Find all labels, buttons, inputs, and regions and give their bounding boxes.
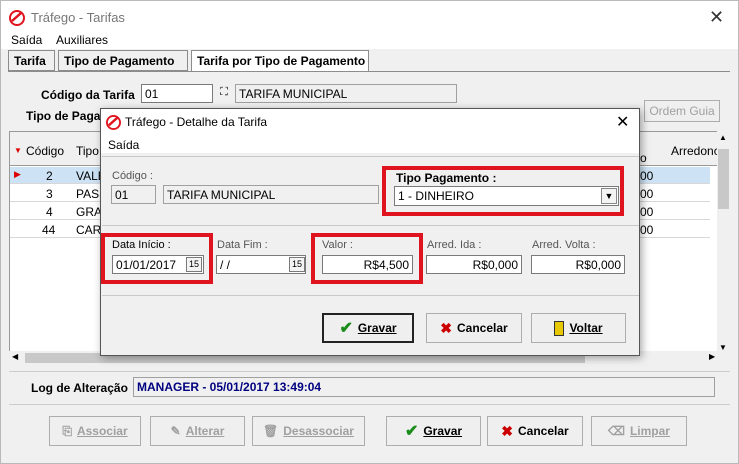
tab-tarifa-por-tipo[interactable]: Tarifa por Tipo de Pagamento bbox=[191, 50, 369, 72]
row-tipo: GRA bbox=[76, 205, 103, 219]
limpar-label: Limpar bbox=[629, 424, 670, 438]
arred-volta-input[interactable]: R$0,000 bbox=[531, 255, 625, 274]
calendar-icon[interactable]: 15 bbox=[186, 257, 202, 272]
data-fim-label: Data Fim : bbox=[217, 239, 268, 251]
dialog-tarifa-nome-field: TARIFA MUNICIPAL bbox=[163, 185, 379, 204]
scroll-up-icon[interactable]: ▲ bbox=[719, 133, 727, 142]
header-arredondamento[interactable]: Arredonc bbox=[671, 144, 720, 158]
dialog-tipo-pagamento-label: Tipo Pagamento : bbox=[396, 171, 497, 185]
grid-vertical-scrollbar[interactable]: ▲ ▼ bbox=[717, 131, 730, 361]
dialog-app-logo-icon bbox=[106, 115, 121, 130]
row-pointer-icon: ▶ bbox=[14, 169, 21, 179]
calendar-icon[interactable]: 15 bbox=[289, 257, 305, 272]
dialog-codigo-label: Código : bbox=[112, 170, 153, 182]
dialog-gravar-button[interactable]: ✔ Gravar bbox=[322, 313, 414, 343]
app-logo-icon bbox=[9, 10, 25, 26]
dialog-close-icon[interactable]: ✕ bbox=[616, 112, 629, 132]
checkmark-icon: ✔ bbox=[404, 423, 419, 440]
dialog-separator bbox=[102, 295, 639, 296]
dialog-separator bbox=[102, 156, 639, 157]
dialog-separator bbox=[102, 225, 639, 226]
menu-bar: Saída Auxiliares bbox=[1, 33, 738, 49]
tipo-pagamento-select[interactable]: 1 - DINHEIRO bbox=[394, 186, 619, 206]
dialog-cancelar-button[interactable]: ✖ Cancelar bbox=[426, 313, 522, 343]
button-bar: ⎘ Associar ✎ Alterar 🗑 Desassociar ✔ Gra… bbox=[9, 404, 730, 458]
detalhe-tarifa-dialog: Tráfego - Detalhe da Tarifa ✕ Saída Códi… bbox=[100, 108, 640, 356]
eraser-icon: ⌫ bbox=[608, 424, 625, 438]
log-value: MANAGER - 05/01/2017 13:49:04 bbox=[133, 377, 715, 397]
window-title: Tráfego - Tarifas bbox=[31, 10, 125, 25]
log-label: Log de Alteração bbox=[31, 381, 128, 395]
dropdown-arrow-icon[interactable]: ▼ bbox=[601, 188, 617, 204]
row-side: 00 bbox=[640, 223, 654, 237]
codigo-tarifa-input[interactable]: 01 bbox=[141, 84, 213, 103]
row-codigo: 4 bbox=[46, 205, 53, 219]
row-codigo: 3 bbox=[46, 187, 53, 201]
arred-ida-label: Arred. Ida : bbox=[427, 239, 482, 251]
associar-icon: ⎘ bbox=[62, 423, 72, 438]
row-side: 00 bbox=[640, 187, 654, 201]
valor-label: Valor : bbox=[322, 239, 353, 251]
row-side: 00 bbox=[640, 169, 654, 183]
codigo-tarifa-label: Código da Tarifa bbox=[41, 88, 135, 102]
sort-arrow-icon: ▼ bbox=[14, 146, 22, 155]
scroll-thumb[interactable] bbox=[718, 149, 729, 209]
ordem-guia-button[interactable]: Ordem Guia bbox=[644, 100, 720, 122]
arred-volta-label: Arred. Volta : bbox=[532, 239, 596, 251]
header-side-fragment: o bbox=[640, 151, 647, 165]
dialog-title: Tráfego - Detalhe da Tarifa bbox=[125, 115, 268, 129]
log-row: Log de Alteração MANAGER - 05/01/2017 13… bbox=[9, 371, 730, 401]
data-inicio-label: Data Início : bbox=[112, 239, 171, 251]
title-bar: Tráfego - Tarifas ✕ bbox=[1, 1, 738, 33]
associar-label: Associar bbox=[76, 424, 128, 438]
tarifa-nome-field: TARIFA MUNICIPAL bbox=[235, 84, 457, 103]
dialog-gravar-label: Gravar bbox=[357, 321, 397, 335]
tipo-pagamento-label: Tipo de Paga bbox=[26, 109, 101, 123]
dialog-title-bar: Tráfego - Detalhe da Tarifa ✕ bbox=[101, 109, 639, 136]
row-side: 00 bbox=[640, 205, 654, 219]
dialog-menu-saida[interactable]: Saída bbox=[108, 138, 139, 152]
cancel-x-icon: ✖ bbox=[501, 422, 514, 439]
tab-tarifa[interactable]: Tarifa bbox=[8, 50, 55, 71]
limpar-button[interactable]: ⌫ Limpar bbox=[591, 416, 687, 446]
gravar-label: Gravar bbox=[423, 424, 463, 438]
header-codigo[interactable]: Código bbox=[26, 144, 64, 158]
tipo-pagamento-value: 1 - DINHEIRO bbox=[398, 189, 475, 203]
dialog-cancelar-label: Cancelar bbox=[457, 321, 508, 335]
dialog-menu-bar: Saída bbox=[101, 136, 639, 153]
header-tipo[interactable]: Tipo bbox=[76, 144, 99, 158]
main-window: Tráfego - Tarifas ✕ Saída Auxiliares Tar… bbox=[0, 0, 739, 464]
cancel-x-icon: ✖ bbox=[440, 319, 453, 336]
menu-auxiliares[interactable]: Auxiliares bbox=[56, 33, 108, 47]
door-exit-icon bbox=[554, 320, 565, 336]
dialog-voltar-button[interactable]: Voltar bbox=[531, 313, 626, 343]
desassociar-button[interactable]: 🗑 Desassociar bbox=[252, 416, 365, 446]
alterar-button[interactable]: ✎ Alterar bbox=[150, 416, 245, 446]
menu-saida[interactable]: Saída bbox=[11, 33, 42, 47]
tab-tipo-pagamento[interactable]: Tipo de Pagamento bbox=[58, 50, 188, 71]
scroll-right-icon[interactable]: ▶ bbox=[709, 352, 715, 361]
cancelar-label: Cancelar bbox=[518, 424, 569, 438]
associar-button[interactable]: ⎘ Associar bbox=[49, 416, 141, 446]
dialog-voltar-label: Voltar bbox=[569, 321, 603, 335]
dialog-codigo-field: 01 bbox=[111, 185, 156, 204]
alterar-label: Alterar bbox=[185, 424, 225, 438]
cancelar-button[interactable]: ✖ Cancelar bbox=[487, 416, 583, 446]
valor-input[interactable]: R$4,500 bbox=[322, 255, 413, 274]
binoculars-icon[interactable]: ⛶ bbox=[216, 86, 232, 101]
edit-icon: ✎ bbox=[170, 424, 181, 438]
trash-icon: 🗑 bbox=[263, 424, 279, 438]
gravar-button[interactable]: ✔ Gravar bbox=[386, 416, 481, 446]
scroll-left-icon[interactable]: ◀ bbox=[12, 352, 18, 361]
arred-ida-input[interactable]: R$0,000 bbox=[426, 255, 522, 274]
row-codigo: 2 bbox=[46, 169, 53, 183]
row-codigo: 44 bbox=[42, 223, 56, 237]
tab-divider bbox=[8, 71, 730, 72]
checkmark-icon: ✔ bbox=[339, 320, 353, 337]
desassociar-label: Desassociar bbox=[283, 424, 354, 438]
close-icon[interactable]: ✕ bbox=[709, 7, 724, 28]
